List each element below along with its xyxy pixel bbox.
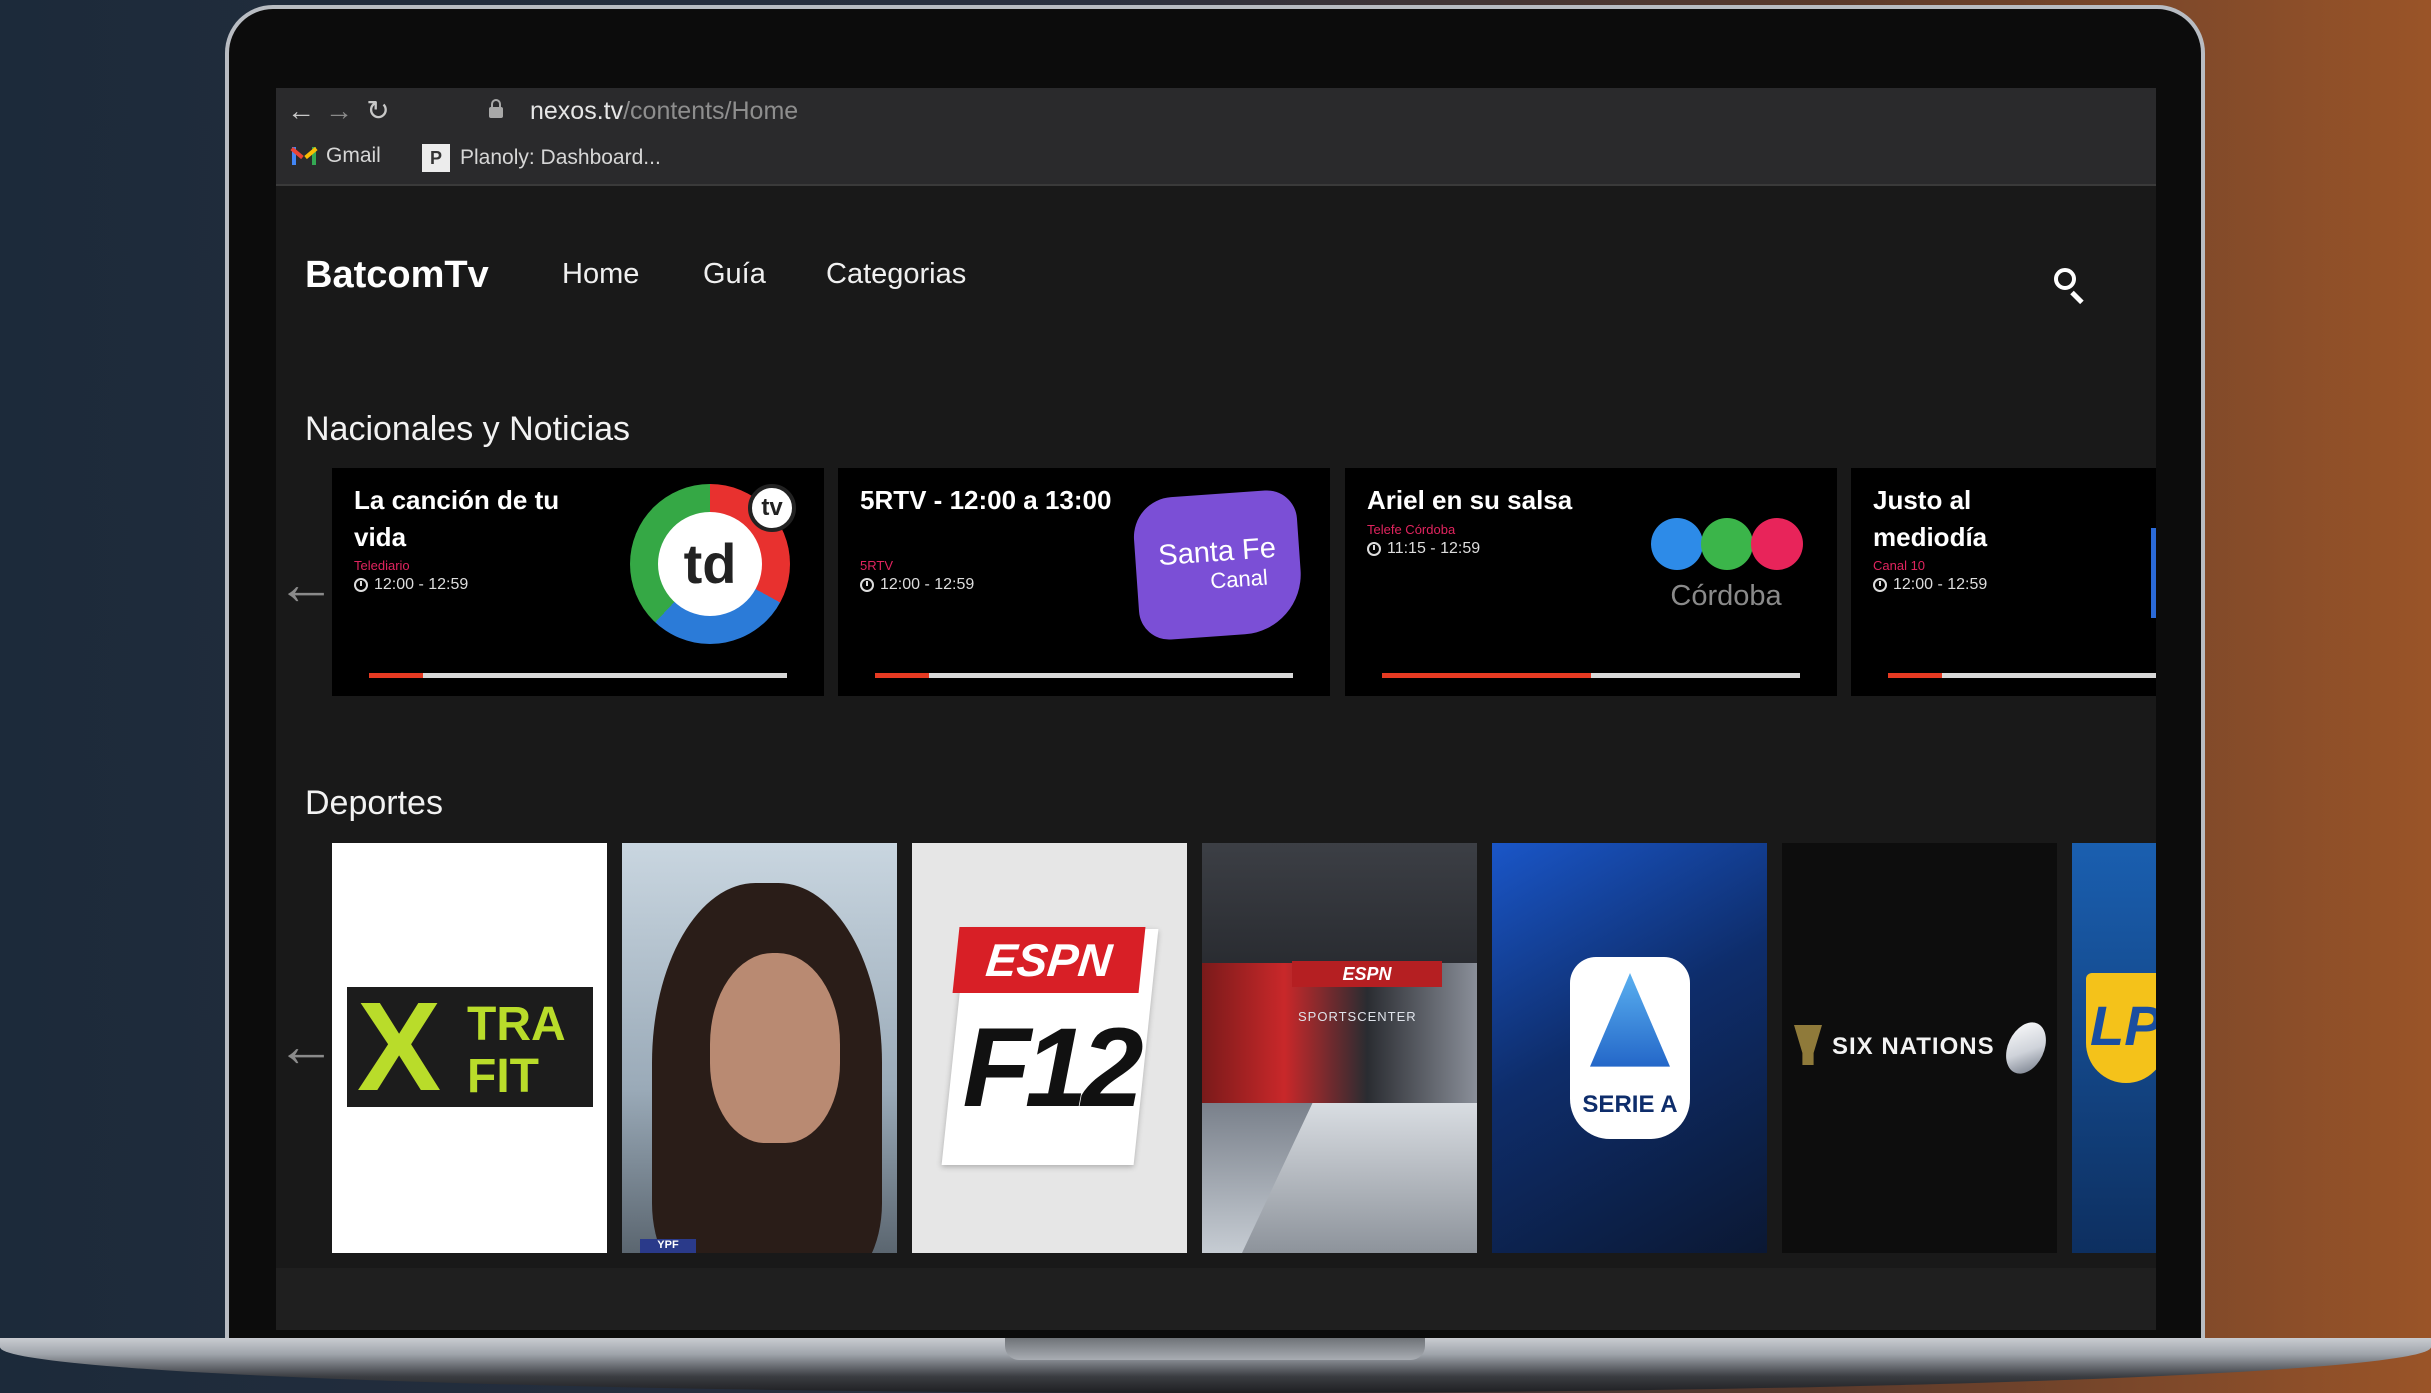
card-time: 11:15 - 12:59 (1367, 540, 1480, 558)
sport-tile-lpf[interactable]: LP (2072, 843, 2156, 1253)
lock-icon (489, 99, 503, 119)
progress-bar (875, 673, 1293, 678)
carousel-left-arrow-icon[interactable]: ← (276, 1016, 336, 1076)
card-time: 12:00 - 12:59 (860, 576, 974, 594)
screen-bottom-bar (276, 1268, 2156, 1330)
laptop-hinge (1005, 1338, 1425, 1360)
card-time: 12:00 - 12:59 (354, 576, 468, 594)
espn-sign: ESPN (1292, 961, 1442, 987)
search-icon[interactable] (2052, 266, 2092, 306)
nav-home[interactable]: Home (562, 258, 639, 291)
sportscenter-text: SPORTSCENTER (1298, 1009, 1417, 1024)
progress-bar (369, 673, 787, 678)
card-title: 5RTV - 12:00 a 13:00 (860, 485, 1112, 515)
bookmark-label: Gmail (326, 144, 381, 167)
card-channel: Telefe Córdoba (1367, 522, 1456, 537)
card-title: Ariel en su salsa (1367, 485, 1573, 515)
gmail-icon (290, 147, 318, 165)
progress-bar (1888, 673, 2156, 678)
section-title-sports: Deportes (305, 784, 443, 822)
sport-tile-six-nations[interactable]: SIX NATIONS (1782, 843, 2057, 1253)
nav-guia[interactable]: Guía (703, 258, 766, 291)
card-channel: Telediario (354, 558, 410, 573)
f12-logo: F12 (962, 1005, 1144, 1130)
live-card[interactable]: La canción de tu vida Telediario 12:00 -… (332, 468, 824, 696)
clock-icon (860, 578, 874, 592)
bookmark-label: Planoly: Dashboard... (460, 146, 661, 169)
forward-arrow-icon[interactable]: → (322, 94, 356, 128)
td-tv-logo: td tv (630, 484, 796, 644)
url-field[interactable]: nexos.tv/contents/Home (530, 97, 798, 126)
cordoba-logo: Córdoba (1641, 518, 1811, 618)
live-card[interactable]: 5RTV - 12:00 a 13:00 5RTV 12:00 - 12:59 … (838, 468, 1330, 696)
six-nations-logo: SIX NATIONS (1832, 1033, 1995, 1060)
card-channel: 5RTV (860, 558, 893, 573)
card-title: La canción de tu vida (354, 485, 560, 552)
bookmark-gmail[interactable]: Gmail (290, 144, 381, 168)
reload-icon[interactable]: ↻ (361, 94, 395, 128)
lpf-logo: LP (2086, 973, 2156, 1083)
planoly-icon: P (422, 144, 450, 172)
card-channel: Canal 10 (1873, 558, 1926, 573)
url-host: nexos.tv (530, 97, 624, 125)
sport-tile-espn-f12[interactable]: ESPN F12 (912, 843, 1187, 1253)
rugby-ball-icon (1998, 1015, 2054, 1081)
ypf-tag: YPF (640, 1239, 696, 1253)
sport-tile-serie-a[interactable]: SERIE A (1492, 843, 1767, 1253)
brand-logo[interactable]: BatcomTv (305, 254, 489, 297)
partial-logo (2151, 528, 2156, 618)
live-card[interactable]: Ariel en su salsa Telefe Córdoba 11:15 -… (1345, 468, 1837, 696)
xtra-fit-logo: X TRA FIT (347, 983, 593, 1111)
back-arrow-icon[interactable]: ← (284, 94, 318, 128)
sport-tile-portrait[interactable]: YPF (622, 843, 897, 1253)
sport-tile-xtra-fit[interactable]: X TRA FIT (332, 843, 607, 1253)
live-card[interactable]: Justo al mediodía Canal 10 12:00 - 12:59 (1851, 468, 2156, 696)
card-time: 12:00 - 12:59 (1873, 576, 1987, 594)
bookmark-planoly[interactable]: P Planoly: Dashboard... (422, 144, 661, 172)
section-title-news: Nacionales y Noticias (305, 410, 631, 448)
serie-a-logo: SERIE A (1570, 957, 1690, 1139)
progress-bar (1382, 673, 1800, 678)
nav-categorias[interactable]: Categorias (826, 258, 966, 291)
carousel-left-arrow-icon[interactable]: ← (276, 554, 336, 614)
bookmarks-bar: Gmail P Planoly: Dashboard... (276, 132, 2156, 186)
address-bar: ← → ↻ nexos.tv/contents/Home (276, 88, 2156, 132)
santa-fe-canal-logo: Santa Fe Canal (1131, 488, 1305, 642)
clock-icon (1367, 542, 1381, 556)
card-title: Justo al mediodía (1873, 485, 1988, 552)
browser-screen: ← → ↻ nexos.tv/contents/Home Gmail P Pla… (276, 88, 2156, 1268)
clock-icon (1873, 578, 1887, 592)
trophy-icon (1794, 1025, 1822, 1065)
sport-tile-sportscenter[interactable]: ESPN SPORTSCENTER (1202, 843, 1477, 1253)
clock-icon (354, 578, 368, 592)
espn-logo: ESPN (952, 927, 1146, 993)
url-path: /contents/Home (623, 97, 799, 125)
